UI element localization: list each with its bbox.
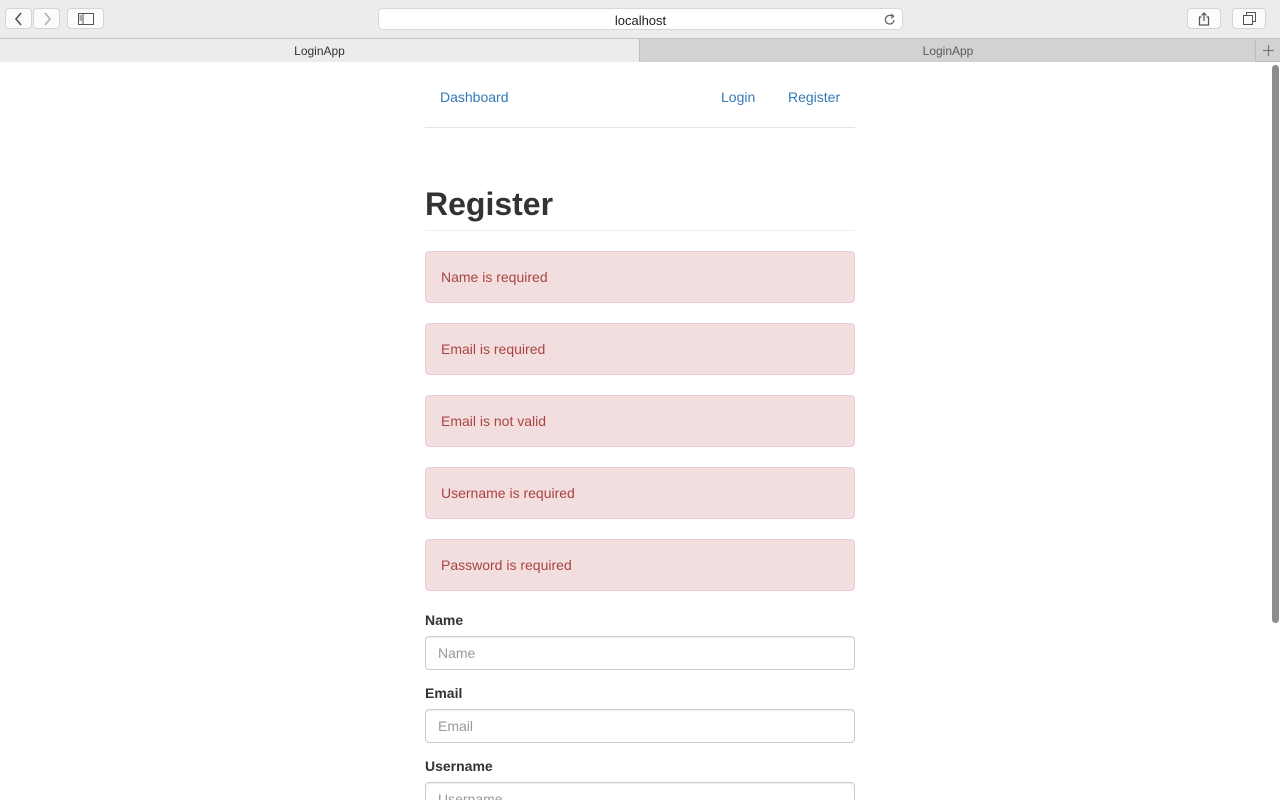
nav-dashboard-link[interactable]: Dashboard — [440, 89, 509, 105]
nav-login-link[interactable]: Login — [721, 89, 755, 105]
new-tab-button[interactable] — [1257, 39, 1280, 62]
forward-button[interactable] — [33, 8, 60, 29]
tab-inactive[interactable]: LoginApp — [641, 39, 1256, 62]
reload-icon[interactable] — [884, 13, 896, 26]
name-label: Name — [425, 612, 464, 628]
tabs-overview-button[interactable] — [1232, 8, 1266, 29]
title-divider — [425, 230, 855, 231]
register-form: Name Email Username — [425, 612, 855, 800]
username-group: Username — [425, 758, 855, 800]
alert-username-required: Username is required — [425, 467, 855, 519]
name-group: Name — [425, 612, 855, 670]
sidebar-toggle-button[interactable] — [67, 8, 104, 29]
address-text: localhost — [614, 13, 667, 28]
alert-password-required: Password is required — [425, 539, 855, 591]
tab-active[interactable]: LoginApp — [0, 39, 640, 62]
tab-bar: LoginApp LoginApp — [0, 38, 1280, 62]
page-content: Dashboard Login Register Register Name i… — [0, 62, 1270, 800]
tabs-icon — [1242, 12, 1256, 25]
email-group: Email — [425, 685, 855, 743]
browser-toolbar: localhost — [0, 0, 1280, 38]
alert-email-invalid: Email is not valid — [425, 395, 855, 447]
page-scrollbar[interactable] — [1270, 62, 1280, 800]
username-input[interactable] — [425, 782, 855, 800]
email-label: Email — [425, 685, 463, 701]
back-button[interactable] — [5, 8, 32, 29]
alert-email-required: Email is required — [425, 323, 855, 375]
page-title: Register — [425, 186, 554, 222]
nav-register-link[interactable]: Register — [788, 89, 840, 105]
main-container: Dashboard Login Register Register Name i… — [425, 62, 855, 800]
alert-name-required: Name is required — [425, 251, 855, 303]
sidebar-icon — [77, 12, 94, 25]
navbar: Dashboard Login Register — [425, 62, 855, 128]
plus-icon — [1263, 45, 1274, 56]
name-input[interactable] — [425, 636, 855, 670]
chevron-left-icon — [14, 11, 22, 26]
chevron-right-icon — [43, 11, 51, 26]
share-icon — [1198, 11, 1210, 26]
share-button[interactable] — [1187, 8, 1221, 29]
username-label: Username — [425, 758, 493, 774]
email-input[interactable] — [425, 709, 855, 743]
error-alerts: Name is required Email is required Email… — [425, 251, 855, 611]
scroll-thumb[interactable] — [1272, 65, 1279, 623]
address-bar[interactable]: localhost — [378, 8, 903, 30]
